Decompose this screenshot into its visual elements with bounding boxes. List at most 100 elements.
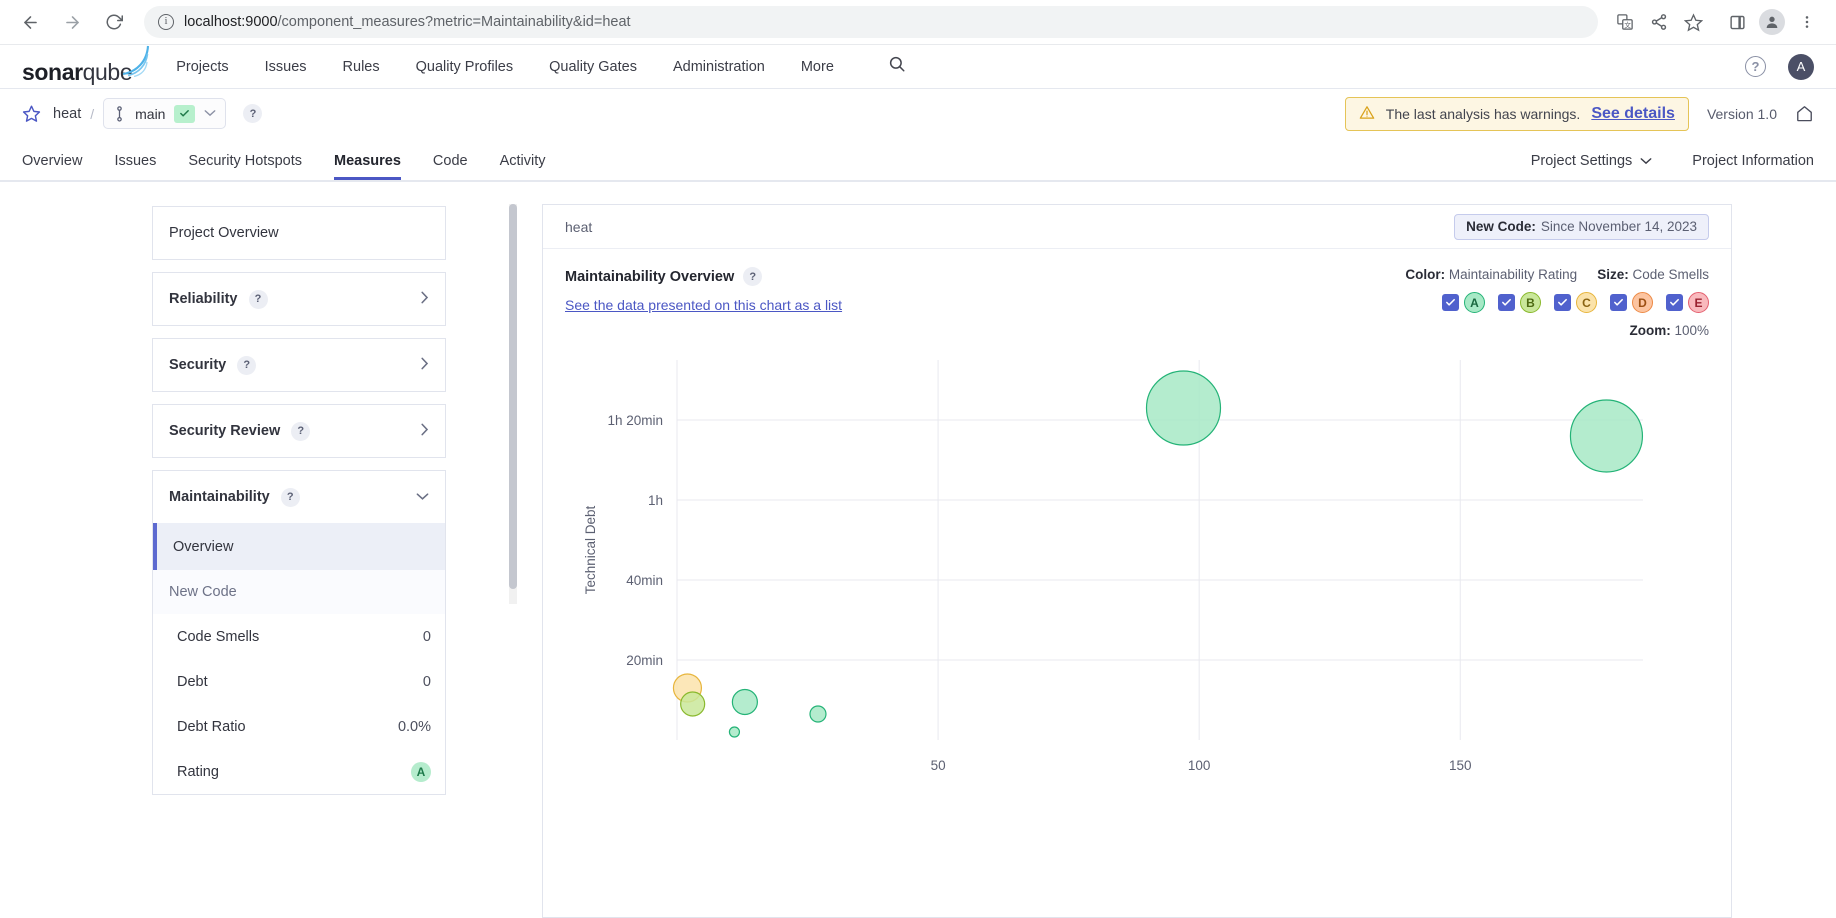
forward-arrow-icon[interactable] (56, 6, 88, 38)
project-breadcrumb-row: heat / main ? The last analysis has warn… (22, 89, 1814, 138)
branch-name: main (135, 106, 165, 122)
breadcrumb-project-name[interactable]: heat (53, 106, 81, 122)
sidebar-item-maintainability[interactable]: Maintainability ? Overview New Code Code… (152, 470, 446, 795)
tab-overview[interactable]: Overview (22, 153, 98, 180)
metric-row-debt-ratio[interactable]: Debt Ratio 0.0% (153, 704, 445, 749)
user-avatar[interactable]: A (1788, 54, 1814, 80)
nav-item-quality-gates[interactable]: Quality Gates (549, 59, 637, 75)
rating-filter-c[interactable]: C (1554, 292, 1597, 313)
reliability-help-badge[interactable]: ? (249, 290, 268, 309)
rating-badge-b[interactable]: B (1520, 292, 1541, 313)
legend-color-meta: Color: Maintainability Rating (1405, 267, 1577, 282)
favorite-star-icon[interactable] (22, 104, 41, 123)
project-settings-menu[interactable]: Project Settings (1531, 153, 1653, 169)
project-information-link[interactable]: Project Information (1692, 153, 1814, 169)
sidebar-scrollbar[interactable] (509, 204, 517, 604)
security-head: Security ? (153, 339, 445, 391)
rating-filter-a[interactable]: A (1442, 292, 1485, 313)
bubble-point[interactable] (729, 727, 739, 737)
sidebar-item-security-review[interactable]: Security Review ? (152, 404, 446, 458)
checkbox-rating-d[interactable] (1610, 294, 1627, 311)
nav-item-quality-profiles[interactable]: Quality Profiles (416, 59, 514, 75)
metric-value-debt-ratio: 0.0% (398, 719, 431, 735)
bubble-point[interactable] (732, 690, 757, 715)
bubble-point[interactable] (1570, 400, 1642, 472)
nav-item-administration[interactable]: Administration (673, 59, 765, 75)
checkbox-rating-e[interactable] (1666, 294, 1683, 311)
maintainability-help-badge[interactable]: ? (281, 488, 300, 507)
reload-icon[interactable] (98, 6, 130, 38)
checkbox-rating-a[interactable] (1442, 294, 1459, 311)
chart-title: Maintainability Overview ? (565, 267, 842, 286)
chart-legend-column: Color: Maintainability Rating Size: Code… (1405, 267, 1709, 338)
see-details-link[interactable]: See details (1591, 105, 1675, 123)
reliability-label: Reliability (169, 291, 238, 307)
bubble-plot-area[interactable]: 20min40min1h1h 20min50100150Technical De… (565, 342, 1709, 812)
help-icon[interactable]: ? (1745, 56, 1766, 77)
sidebar-item-project-overview[interactable]: Project Overview (152, 206, 446, 260)
share-icon[interactable] (1644, 7, 1674, 37)
nav-item-more[interactable]: More (801, 59, 834, 75)
checkbox-rating-c[interactable] (1554, 294, 1571, 311)
metric-row-debt[interactable]: Debt 0 (153, 659, 445, 704)
rating-badge-c[interactable]: C (1576, 292, 1597, 313)
rating-filter-b[interactable]: B (1498, 292, 1541, 313)
search-icon[interactable] (888, 55, 906, 78)
bookmark-star-icon[interactable] (1678, 7, 1708, 37)
home-icon[interactable] (1795, 104, 1814, 123)
chart-as-list-link[interactable]: See the data presented on this chart as … (565, 297, 842, 313)
translate-icon[interactable]: 文 (1610, 7, 1640, 37)
chart-title-help-badge[interactable]: ? (743, 267, 762, 286)
metric-label-rating: Rating (177, 764, 219, 780)
project-header: heat / main ? The last analysis has warn… (0, 89, 1836, 181)
maintainability-head[interactable]: Maintainability ? (153, 471, 445, 523)
checkbox-rating-b[interactable] (1498, 294, 1515, 311)
sonarqube-logo[interactable]: sonarqube (22, 50, 132, 84)
branch-selector[interactable]: main (103, 98, 226, 129)
tab-activity[interactable]: Activity (484, 153, 562, 180)
rating-filter-e[interactable]: E (1666, 292, 1709, 313)
security-help-badge[interactable]: ? (237, 356, 256, 375)
tab-issues[interactable]: Issues (98, 153, 172, 180)
nav-item-projects[interactable]: Projects (176, 59, 228, 75)
branch-icon (113, 106, 126, 122)
rating-badge-e[interactable]: E (1688, 292, 1709, 313)
scrollbar-thumb[interactable] (509, 204, 517, 589)
chart-card-body: Maintainability Overview ? See the data … (543, 249, 1731, 812)
kebab-menu-icon[interactable] (1792, 7, 1822, 37)
measures-sidebar-wrapper: Project Overview Reliability ? Security … (0, 182, 520, 918)
nav-item-rules[interactable]: Rules (343, 59, 380, 75)
tab-security-hotspots[interactable]: Security Hotspots (172, 153, 318, 180)
bubble-point[interactable] (1146, 371, 1220, 445)
sidebar-item-security[interactable]: Security ? (152, 338, 446, 392)
new-code-key: New Code: (1466, 219, 1536, 234)
tab-code[interactable]: Code (417, 153, 484, 180)
metric-value-debt: 0 (423, 674, 431, 690)
rating-badge-d[interactable]: D (1632, 292, 1653, 313)
maintainability-label: Maintainability (169, 489, 270, 505)
new-code-period-badge[interactable]: New Code: Since November 14, 2023 (1454, 214, 1709, 240)
url-path: /component_measures?metric=Maintainabili… (278, 14, 631, 30)
warning-triangle-icon (1359, 105, 1375, 123)
sidebar-item-reliability[interactable]: Reliability ? (152, 272, 446, 326)
sidebar-item-maintainability-overview[interactable]: Overview (153, 523, 445, 570)
bubble-point[interactable] (810, 706, 826, 722)
profile-avatar-icon[interactable] (1759, 9, 1785, 35)
tab-measures[interactable]: Measures (318, 153, 417, 180)
bubble-point[interactable] (681, 692, 705, 716)
rating-filter-d[interactable]: D (1610, 292, 1653, 313)
branch-help-badge[interactable]: ? (243, 104, 262, 123)
metric-row-rating[interactable]: Rating A (153, 749, 445, 794)
address-bar[interactable]: i localhost:9000/component_measures?metr… (144, 6, 1598, 38)
security-review-help-badge[interactable]: ? (291, 422, 310, 441)
nav-item-issues[interactable]: Issues (265, 59, 307, 75)
rating-badge-a[interactable]: A (1464, 292, 1485, 313)
security-review-head: Security Review ? (153, 405, 445, 457)
side-panel-icon[interactable] (1722, 7, 1752, 37)
bubble-chart-svg[interactable]: 20min40min1h1h 20min50100150Technical De… (565, 342, 1665, 812)
metric-row-code-smells[interactable]: Code Smells 0 (153, 614, 445, 659)
chevron-right-icon (420, 357, 429, 373)
browser-nav-buttons (14, 6, 130, 38)
page-info-icon[interactable]: i (158, 14, 174, 30)
back-arrow-icon[interactable] (14, 6, 46, 38)
